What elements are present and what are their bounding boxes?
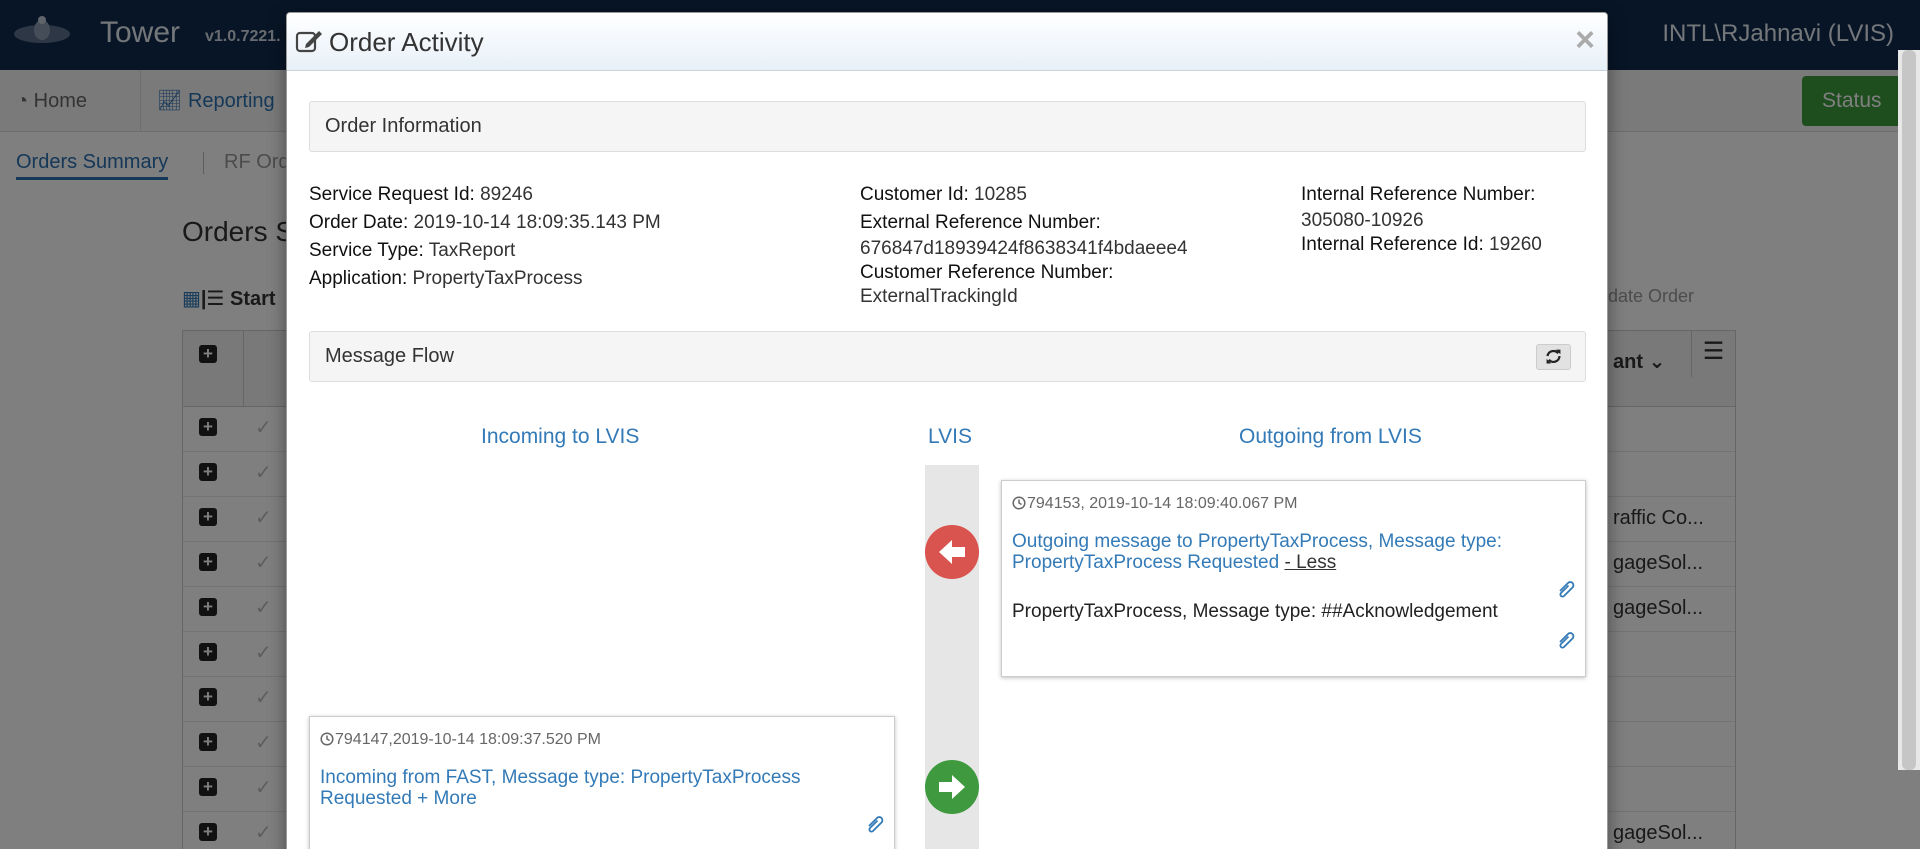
field-label: External Reference Number: — [860, 212, 1101, 233]
order-info-column-3: Internal Reference Number: 305080-10926 … — [1301, 181, 1542, 257]
service-type: TaxReport — [428, 240, 516, 261]
message-id-timestamp: 794153, 2019-10-14 18:09:40.067 PM — [1027, 495, 1298, 512]
field-label: Customer Id: — [860, 184, 969, 205]
customer-reference-number: ExternalTrackingId — [860, 286, 1018, 307]
incoming-message-link[interactable]: Incoming from FAST, Message type: Proper… — [320, 767, 880, 809]
outgoing-column-header: Outgoing from LVIS — [1239, 425, 1422, 448]
message-title: Outgoing message to PropertyTaxProcess, … — [1012, 531, 1503, 573]
field-label: Internal Reference Id: — [1301, 234, 1484, 255]
message-meta: 794147,2019-10-14 18:09:37.520 PM — [320, 731, 601, 749]
order-date: 2019-10-14 18:09:35.143 PM — [413, 212, 661, 233]
message-meta: 794153, 2019-10-14 18:09:40.067 PM — [1012, 495, 1297, 513]
refresh-icon — [1546, 349, 1561, 364]
arrow-left-icon — [925, 525, 979, 579]
edit-icon — [295, 31, 322, 53]
incoming-message-card: 794147,2019-10-14 18:09:37.520 PM Incomi… — [309, 716, 895, 849]
field-label: Application: — [309, 268, 408, 289]
internal-reference-number: 305080-10926 — [1301, 210, 1424, 231]
order-activity-modal: Order Activity × Order Information Servi… — [286, 12, 1608, 849]
lvis-column-header: LVIS — [928, 425, 972, 448]
paperclip-icon[interactable] — [1555, 629, 1577, 651]
arrow-right-icon — [925, 760, 979, 814]
field-label: Order Date: — [309, 212, 409, 233]
order-information-panel: Order Information — [309, 101, 1586, 152]
less-toggle-link[interactable]: - Less — [1284, 552, 1336, 573]
paperclip-icon[interactable] — [864, 813, 886, 835]
refresh-button[interactable] — [1536, 344, 1571, 370]
field-label: Internal Reference Number: — [1301, 184, 1536, 205]
modal-title: Order Activity — [329, 27, 484, 57]
external-reference-number: 676847d18939424f8638341f4bdaeee4 — [860, 238, 1188, 259]
page-scrollbar[interactable] — [1898, 50, 1920, 770]
application: PropertyTaxProcess — [412, 268, 583, 289]
clock-icon — [1012, 496, 1026, 510]
message-flow-panel: Message Flow — [309, 331, 1586, 382]
message-id-timestamp: 794147,2019-10-14 18:09:37.520 PM — [335, 731, 601, 748]
outgoing-message-card: 794153, 2019-10-14 18:09:40.067 PM Outgo… — [1001, 480, 1586, 677]
internal-reference-id: 19260 — [1489, 234, 1542, 255]
field-label: Service Type: — [309, 240, 424, 261]
close-icon[interactable]: × — [1575, 23, 1595, 57]
clock-icon — [320, 732, 334, 746]
panel-title: Order Information — [325, 115, 482, 137]
order-info-column-1: Service Request Id: 89246 Order Date: 20… — [309, 181, 661, 293]
message-detail: PropertyTaxProcess, Message type: ##Ackn… — [1012, 601, 1498, 622]
incoming-column-header: Incoming to LVIS — [481, 425, 640, 448]
service-request-id: 89246 — [480, 184, 533, 205]
field-label: Service Request Id: — [309, 184, 475, 205]
paperclip-icon[interactable] — [1555, 578, 1577, 600]
order-info-column-2: Customer Id: 10285 External Reference Nu… — [860, 181, 1188, 309]
panel-title: Message Flow — [325, 345, 454, 367]
outgoing-message-link[interactable]: Outgoing message to PropertyTaxProcess, … — [1012, 531, 1572, 573]
modal-header: Order Activity × — [287, 13, 1607, 71]
customer-id: 10285 — [974, 184, 1027, 205]
field-label: Customer Reference Number: — [860, 262, 1114, 283]
